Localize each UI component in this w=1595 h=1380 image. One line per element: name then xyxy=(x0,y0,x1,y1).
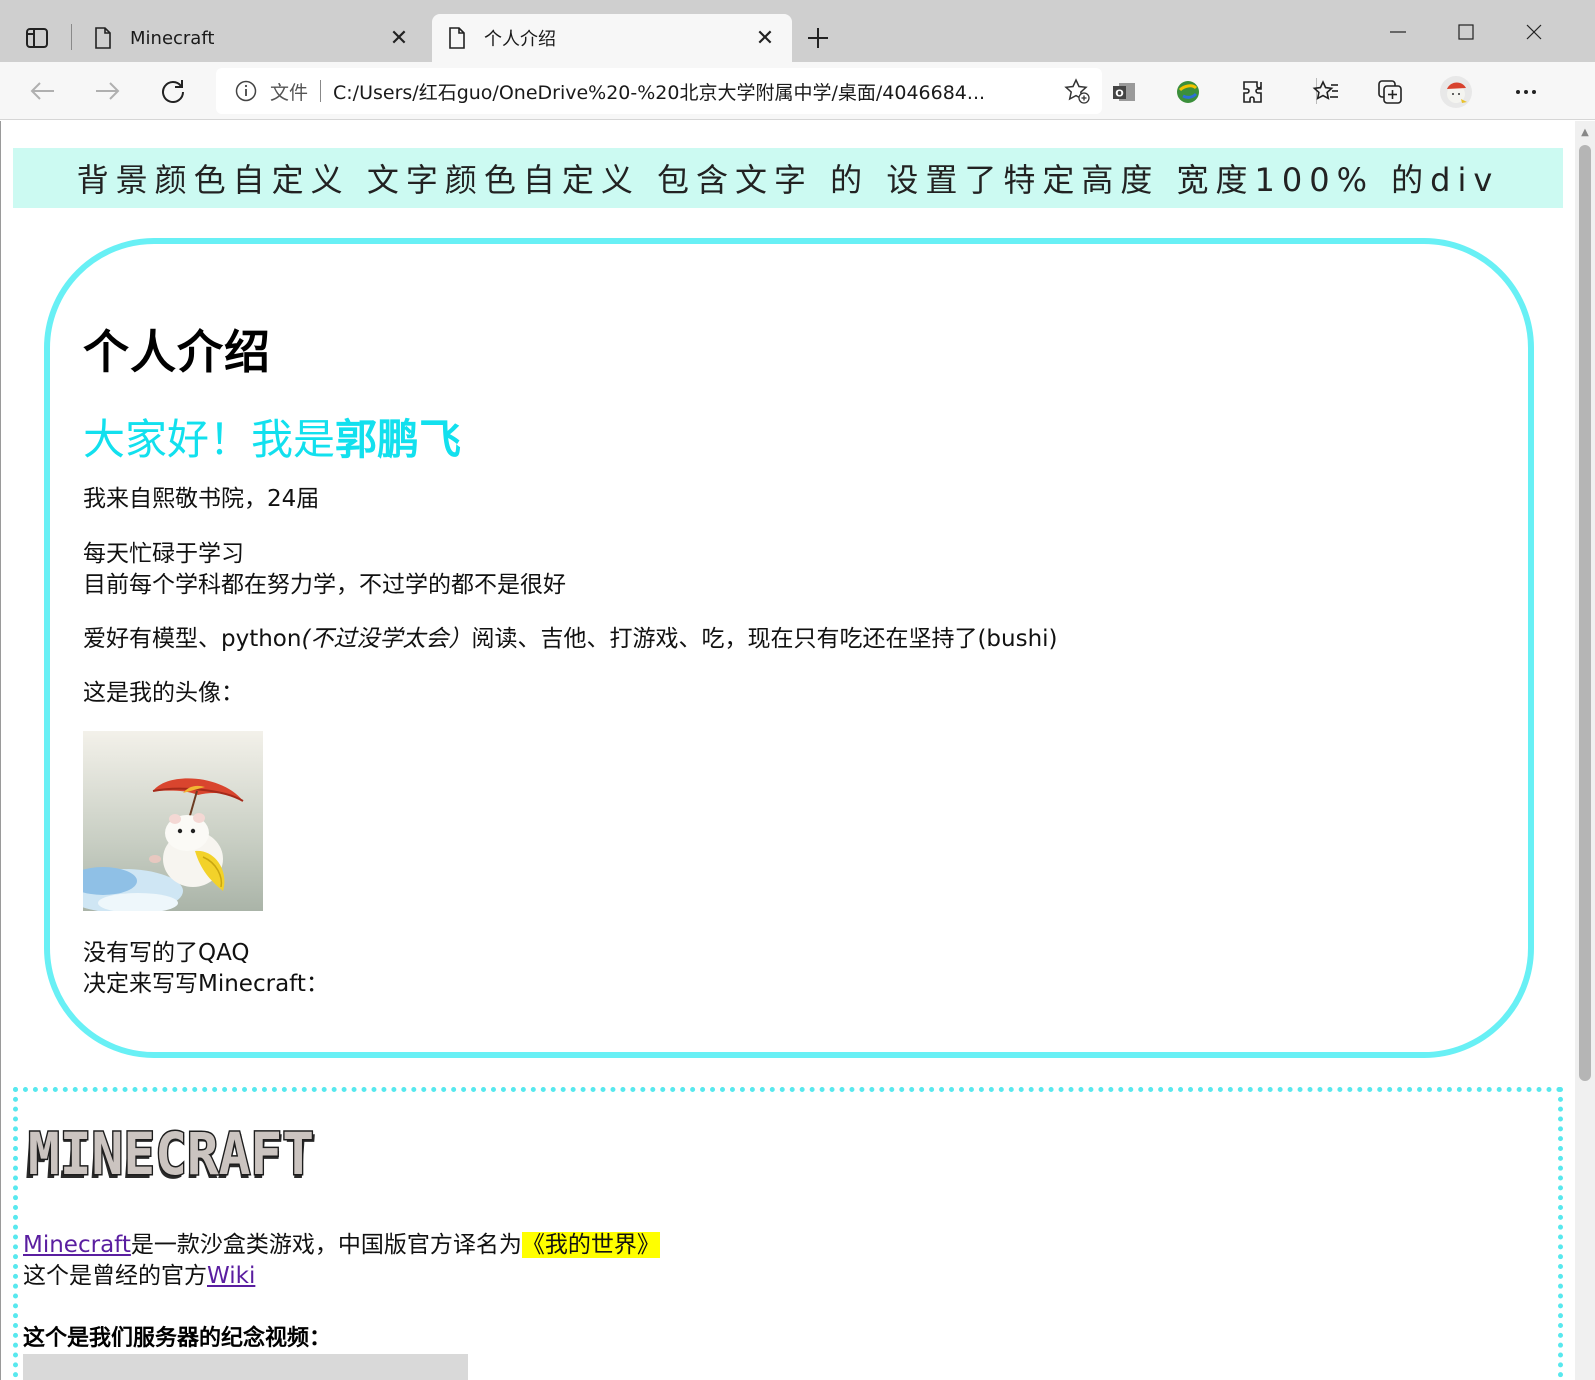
extensions-icon[interactable] xyxy=(1234,72,1274,112)
back-icon[interactable] xyxy=(22,70,64,112)
download-extension-icon[interactable] xyxy=(1168,72,1208,112)
tab-title: Minecraft xyxy=(130,27,215,49)
tab-minecraft[interactable]: Minecraft ✕ xyxy=(78,14,426,62)
minecraft-logo: MINECRAFT MINECRAFT xyxy=(23,1119,323,1193)
sidebar-toggle-icon[interactable] xyxy=(14,18,60,58)
page-title: 个人介绍 xyxy=(83,325,271,379)
office-extension-icon[interactable]: O xyxy=(1104,72,1144,112)
scrollbar-thumb[interactable] xyxy=(1579,145,1591,1081)
forward-icon[interactable] xyxy=(86,70,128,112)
minecraft-description: Minecraft是一款沙盒类游戏，中国版官方译名为《我的世界》 xyxy=(23,1230,660,1261)
minimize-button[interactable] xyxy=(1374,10,1422,54)
minecraft-link[interactable]: Minecraft xyxy=(23,1232,131,1258)
favorites-icon[interactable] xyxy=(1306,72,1346,112)
address-bar[interactable]: 文件 C:/Users/红石guo/OneDrive%20-%20北京大学附属中… xyxy=(216,68,1102,114)
video-section-title: 这个是我们服务器的纪念视频： xyxy=(23,1326,332,1351)
nothing-left-line: 没有写的了QAQ xyxy=(83,940,250,966)
close-tab-icon[interactable]: ✕ xyxy=(386,25,412,51)
address-divider xyxy=(320,80,322,102)
hobby-line: 爱好有模型、python(不过没学太会）阅读、吉他、打游戏、吃，现在只有吃还在坚… xyxy=(83,624,1058,655)
greeting-heading: 大家好！我是郭鹏飞 xyxy=(83,406,461,467)
avatar-image xyxy=(83,731,263,911)
hobby-italic: (不过没学太会） xyxy=(301,626,472,652)
scroll-up-arrow-icon[interactable]: ▲ xyxy=(1575,125,1595,139)
maximize-button[interactable] xyxy=(1442,10,1490,54)
refresh-icon[interactable] xyxy=(152,70,194,112)
new-tab-button[interactable] xyxy=(800,20,836,56)
school-line: 我来自熙敬书院，24届 xyxy=(83,486,320,512)
collections-icon[interactable] xyxy=(1370,72,1410,112)
banner: 背景颜色自定义 文字颜色自定义 包含文字 的 设置了特定高度 宽度100% 的d… xyxy=(13,148,1563,208)
title-bar: Minecraft ✕ 个人介绍 ✕ xyxy=(0,0,1595,62)
page-icon xyxy=(446,25,468,51)
browser-toolbar: 文件 C:/Users/红石guo/OneDrive%20-%20北京大学附属中… xyxy=(0,62,1595,120)
vertical-scrollbar[interactable]: ▲ xyxy=(1575,121,1595,1380)
description-text: 是一款沙盒类游戏，中国版官方译名为 xyxy=(130,1232,522,1258)
more-options-icon[interactable] xyxy=(1506,72,1546,112)
intro-card: 个人介绍 大家好！我是郭鹏飞 我来自熙敬书院，24届 每天忙碌于学习 目前每个学… xyxy=(44,238,1534,1058)
page-icon xyxy=(92,25,114,51)
avatar-label: 这是我的头像： xyxy=(83,680,244,706)
page-viewport: 背景颜色自定义 文字颜色自定义 包含文字 的 设置了特定高度 宽度100% 的d… xyxy=(0,121,1575,1380)
minecraft-logo-text: MINECRAFT xyxy=(28,1122,314,1188)
greeting-prefix: 大家好！我是 xyxy=(83,415,336,464)
scheme-label: 文件 xyxy=(270,81,309,104)
wiki-line: 这个是曾经的官方Wiki xyxy=(23,1261,255,1292)
close-tab-icon[interactable]: ✕ xyxy=(752,25,778,51)
busy-line: 每天忙碌于学习 xyxy=(83,541,244,567)
info-icon[interactable] xyxy=(234,79,258,103)
add-favorite-icon[interactable] xyxy=(1062,76,1092,106)
study-line: 目前每个学科都在努力学，不过学的都不是很好 xyxy=(83,572,566,598)
minecraft-section: MINECRAFT MINECRAFT Minecraft是一款沙盒类游戏，中国… xyxy=(13,1087,1563,1380)
minecraft-intro-line: 决定来写写Minecraft： xyxy=(83,971,329,997)
url-text[interactable]: C:/Users/红石guo/OneDrive%20-%20北京大学附属中学/桌… xyxy=(333,78,1013,105)
wiki-prefix: 这个是曾经的官方 xyxy=(23,1263,207,1289)
highlighted-name: 《我的世界》 xyxy=(521,1232,660,1258)
wiki-link[interactable]: Wiki xyxy=(207,1263,255,1289)
close-window-button[interactable] xyxy=(1510,10,1558,54)
tab-separator xyxy=(71,24,72,50)
tab-personal-intro[interactable]: 个人介绍 ✕ xyxy=(432,14,792,62)
tab-title: 个人介绍 xyxy=(484,29,556,50)
video-player[interactable] xyxy=(23,1354,468,1380)
profile-avatar[interactable] xyxy=(1436,72,1476,112)
greeting-name: 郭鹏飞 xyxy=(335,415,462,464)
hobby-suffix: 阅读、吉他、打游戏、吃，现在只有吃还在坚持了(bushi) xyxy=(471,626,1058,652)
svg-text:O: O xyxy=(1115,89,1124,100)
hobby-prefix: 爱好有模型、python xyxy=(83,626,302,652)
